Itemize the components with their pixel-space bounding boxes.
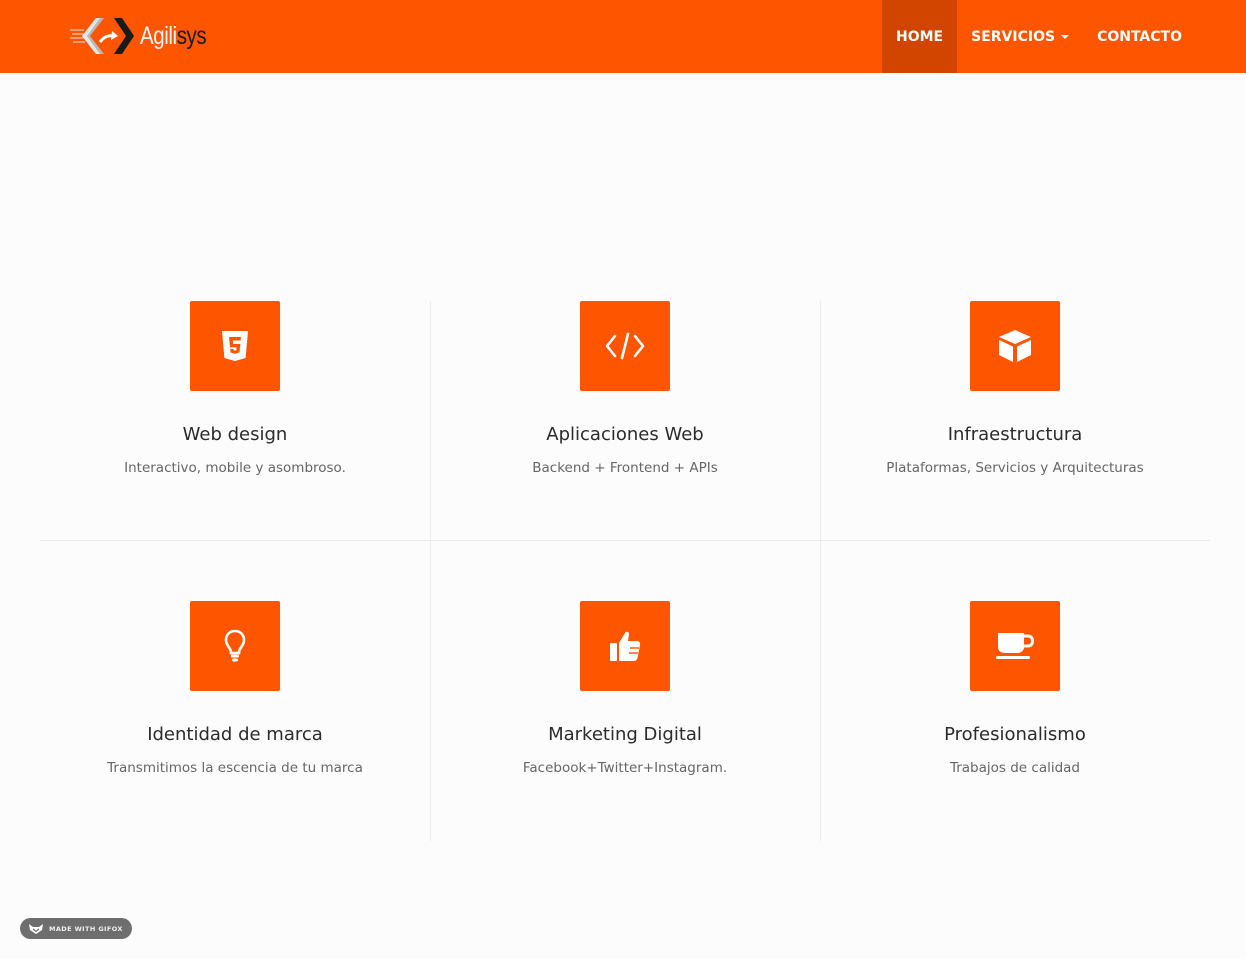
double-chevron-arrows-icon xyxy=(70,18,134,54)
nav-item-contacto-label: CONTACTO xyxy=(1097,28,1182,45)
feature-icon-box xyxy=(970,601,1060,691)
caret-down-icon xyxy=(1061,34,1070,39)
main-nav: HOME SERVICIOS CONTACTO xyxy=(882,0,1196,73)
feature-identidad-de-marca: Identidad de marca Transmitimos la escen… xyxy=(40,601,430,841)
feature-description: Interactivo, mobile y asombroso. xyxy=(124,460,346,476)
feature-title: Profesionalismo xyxy=(944,724,1086,745)
brand-name: Agili sys xyxy=(140,21,207,51)
feature-title: Marketing Digital xyxy=(548,724,702,745)
badge-label: MADE WITH GIFOX xyxy=(49,924,123,933)
thumbs-up-icon xyxy=(610,631,641,661)
feature-web-design: Web design Interactivo, mobile y asombro… xyxy=(40,301,430,541)
top-navbar: Agili sys HOME SERVICIOS CONTACTO xyxy=(0,0,1246,73)
feature-icon-box xyxy=(580,601,670,691)
coffee-cup-icon xyxy=(996,633,1035,659)
made-with-gifox-badge[interactable]: MADE WITH GIFOX xyxy=(20,918,132,939)
feature-profesionalismo: Profesionalismo Trabajos de calidad xyxy=(820,601,1210,841)
feature-title: Aplicaciones Web xyxy=(546,424,704,445)
feature-description: Transmitimos la escencia de tu marca xyxy=(107,760,363,776)
lightbulb-icon xyxy=(224,629,246,662)
features-grid: Web design Interactivo, mobile y asombro… xyxy=(40,301,1210,841)
feature-description: Facebook+Twitter+Instagram. xyxy=(522,760,728,776)
html5-icon xyxy=(222,331,248,361)
nav-item-servicios[interactable]: SERVICIOS xyxy=(957,0,1083,73)
nav-item-home[interactable]: HOME xyxy=(882,0,958,73)
code-icon xyxy=(605,332,645,360)
cube-icon xyxy=(999,330,1031,362)
feature-icon-box xyxy=(580,301,670,391)
feature-icon-box xyxy=(190,301,280,391)
nav-item-servicios-label: SERVICIOS xyxy=(971,28,1056,45)
feature-marketing-digital: Marketing Digital Facebook+Twitter+Insta… xyxy=(430,601,820,841)
feature-aplicaciones-web: Aplicaciones Web Backend + Frontend + AP… xyxy=(430,301,820,541)
feature-icon-box xyxy=(190,601,280,691)
brand-name-part2: sys xyxy=(176,21,207,50)
feature-title: Web design xyxy=(182,424,288,445)
brand-logo-link[interactable]: Agili sys xyxy=(70,14,221,58)
feature-description: Plataformas, Servicios y Arquitecturas xyxy=(886,460,1144,476)
feature-infraestructura: Infraestructura Plataformas, Servicios y… xyxy=(820,301,1210,541)
feature-description: Backend + Frontend + APIs xyxy=(532,460,718,476)
brand-name-part1: Agili xyxy=(140,21,177,50)
feature-title: Infraestructura xyxy=(947,424,1083,445)
feature-title: Identidad de marca xyxy=(147,724,323,745)
fox-icon xyxy=(29,923,43,934)
nav-item-contacto[interactable]: CONTACTO xyxy=(1083,0,1196,73)
feature-icon-box xyxy=(970,301,1060,391)
feature-description: Trabajos de calidad xyxy=(949,760,1081,776)
nav-item-home-label: HOME xyxy=(896,28,944,45)
